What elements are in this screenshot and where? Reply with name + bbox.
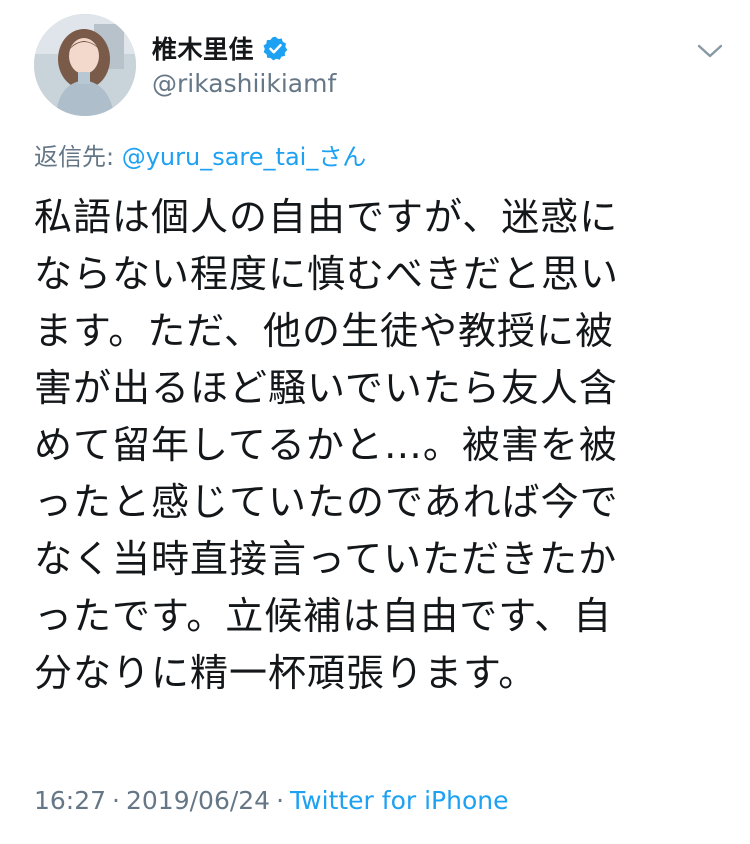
avatar[interactable] [34,14,136,116]
tweet-card: 椎木里佳 @rikashiikiamf 返信先: @yuru_sare_tai_… [0,0,750,844]
profile-photo-icon [34,14,136,116]
verified-badge-icon [262,35,289,62]
reply-target-link[interactable]: @yuru_sare_tai_さん [122,143,367,171]
reply-context: 返信先: @yuru_sare_tai_さん [34,137,366,172]
tweet-meta: 16:27 · 2019/06/24 · Twitter for iPhone [34,786,509,815]
tweet-text: 私語は個人の自由ですが、迷惑に ならない程度に慎むべきだと思い ます。ただ、他の… [34,195,620,695]
tweet-date: 2019/06/24 [126,786,271,815]
tweet-source-link[interactable]: Twitter for iPhone [290,786,508,815]
reply-prefix: 返信先: [34,143,122,171]
meta-separator-2: · [276,786,285,815]
user-handle[interactable]: @rikashiikiamf [152,69,336,98]
chevron-down-icon[interactable] [695,40,725,62]
meta-separator: · [112,786,120,815]
display-name[interactable]: 椎木里佳 [152,30,254,66]
user-name-row[interactable]: 椎木里佳 [152,30,289,66]
tweet-time: 16:27 [34,786,107,815]
